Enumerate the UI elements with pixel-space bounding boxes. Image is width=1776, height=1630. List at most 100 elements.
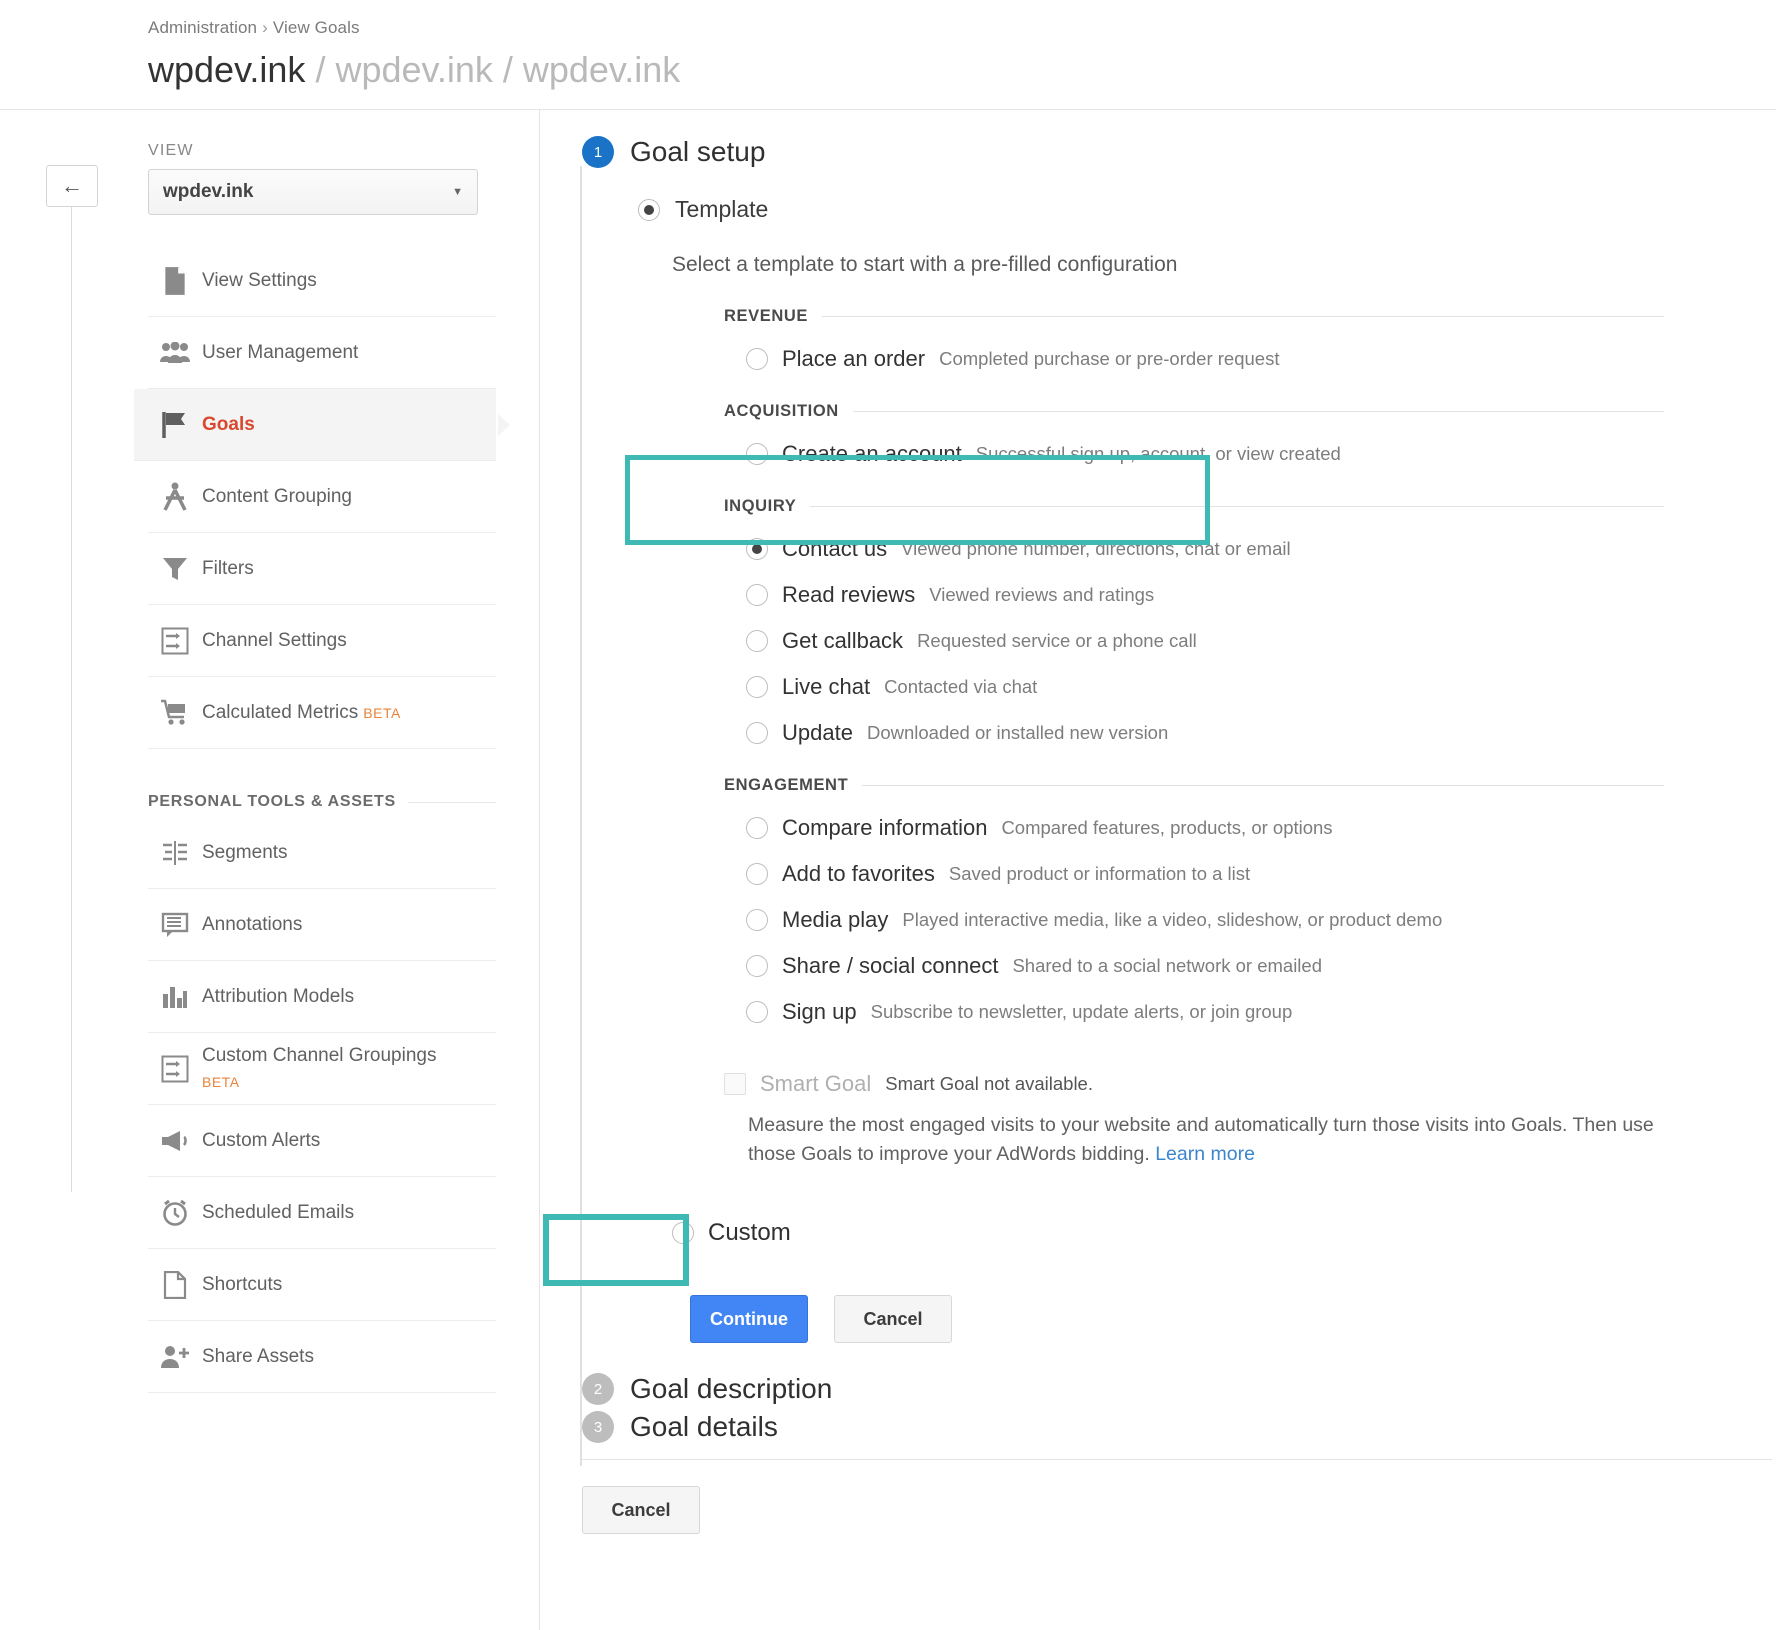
- option-radio[interactable]: [746, 722, 768, 744]
- sidebar-item-content-grouping[interactable]: Content Grouping: [148, 461, 496, 533]
- group-engagement: ENGAGEMENT Compare information Compared …: [724, 776, 1776, 1025]
- option-desc: Downloaded or installed new version: [866, 722, 1169, 743]
- step-2-title: Goal description: [630, 1373, 833, 1404]
- chevron-down-icon: ▼: [452, 186, 463, 198]
- sidebar-rail: [71, 207, 72, 1192]
- sidebar-item-channel-settings[interactable]: Channel Settings: [148, 605, 496, 677]
- step-3-title: Goal details: [630, 1411, 778, 1442]
- personal-tools-section-header: PERSONAL TOOLS & ASSETS: [148, 793, 496, 811]
- option-desc: Successful sign up, account, or view cre…: [975, 443, 1341, 464]
- option-radio[interactable]: [746, 584, 768, 606]
- option-radio[interactable]: [746, 443, 768, 465]
- bar-chart-icon: [148, 984, 202, 1010]
- sidebar-item-goals[interactable]: Goals: [134, 389, 510, 461]
- sidebar-item-attribution-models[interactable]: Attribution Models: [148, 961, 496, 1033]
- cart-icon: [148, 699, 202, 727]
- breadcrumb-separator: ›: [262, 18, 268, 37]
- step-1-title: Goal setup: [630, 136, 766, 167]
- breadcrumb-administration[interactable]: Administration: [148, 18, 257, 37]
- step-3-goal-details[interactable]: 3 Goal details: [558, 1411, 1776, 1443]
- collapse-sidebar-button[interactable]: ←: [46, 165, 98, 207]
- sidebar-item-user-management[interactable]: User Management: [148, 317, 496, 389]
- option-media-play[interactable]: Media play Played interactive media, lik…: [746, 907, 1776, 933]
- group-title: ACQUISITION: [724, 402, 839, 420]
- template-radio[interactable]: [638, 198, 660, 221]
- section-divider: [407, 801, 496, 803]
- template-radio-row[interactable]: Template: [638, 196, 1776, 223]
- option-contact-us[interactable]: Contact us Viewed phone number, directio…: [746, 536, 1776, 562]
- cancel-button-step1[interactable]: Cancel: [834, 1295, 952, 1343]
- sidebar-item-view-settings[interactable]: View Settings: [148, 245, 496, 317]
- sidebar-item-filters[interactable]: Filters: [148, 533, 496, 605]
- breadcrumb-view-goals[interactable]: View Goals: [273, 18, 360, 37]
- alarm-clock-icon: [148, 1199, 202, 1227]
- sidebar-item-label: Channel Settings: [202, 629, 347, 651]
- option-radio[interactable]: [746, 348, 768, 370]
- option-add-to-favorites[interactable]: Add to favorites Saved product or inform…: [746, 861, 1776, 887]
- beta-badge: BETA: [202, 1073, 240, 1090]
- sidebar-item-custom-channel-groupings[interactable]: Custom Channel Groupings BETA: [148, 1033, 496, 1105]
- group-header: INQUIRY: [724, 497, 1664, 516]
- page-body: ← VIEW wpdev.ink ▼ View Settings User Ma…: [0, 110, 1776, 1630]
- sidebar-item-label: Calculated Metrics BETA: [202, 701, 401, 723]
- annotation-icon: [148, 912, 202, 938]
- option-share-social-connect[interactable]: Share / social connect Shared to a socia…: [746, 953, 1776, 979]
- sidebar-item-segments[interactable]: Segments: [148, 817, 496, 889]
- sidebar-item-custom-alerts[interactable]: Custom Alerts: [148, 1105, 496, 1177]
- channel-icon: [148, 627, 202, 655]
- option-name: Place an order: [782, 346, 926, 371]
- sidebar-item-share-assets[interactable]: Share Assets: [148, 1321, 496, 1393]
- group-divider: [821, 316, 1664, 317]
- option-desc: Compared features, products, or options: [1001, 817, 1333, 838]
- group-header: REVENUE: [724, 307, 1664, 326]
- group-revenue: REVENUE Place an order Completed purchas…: [724, 307, 1776, 372]
- option-create-an-account[interactable]: Create an account Successful sign up, ac…: [746, 441, 1776, 467]
- option-read-reviews[interactable]: Read reviews Viewed reviews and ratings: [746, 582, 1776, 608]
- page-header: Administration › View Goals wpdev.ink / wp…: [0, 0, 1776, 110]
- option-name: Live chat: [782, 674, 871, 699]
- option-desc: Saved product or information to a list: [948, 863, 1251, 884]
- bottom-actions: Cancel: [582, 1486, 1776, 1534]
- sidebar-item-label: User Management: [202, 341, 359, 363]
- template-help-text: Select a template to start with a pre-fi…: [672, 253, 1178, 276]
- group-divider: [810, 506, 1664, 507]
- smart-goal-name: Smart Goal: [760, 1071, 872, 1096]
- document-icon: [148, 1270, 202, 1299]
- learn-more-link[interactable]: Learn more: [1155, 1143, 1255, 1165]
- option-live-chat[interactable]: Live chat Contacted via chat: [746, 674, 1776, 700]
- option-get-callback[interactable]: Get callback Requested service or a phon…: [746, 628, 1776, 654]
- sidebar-item-annotations[interactable]: Annotations: [148, 889, 496, 961]
- option-desc: Subscribe to newsletter, update alerts, …: [870, 1001, 1293, 1022]
- view-select[interactable]: wpdev.ink ▼: [148, 169, 478, 215]
- breadcrumb: Administration › View Goals: [148, 18, 1776, 38]
- option-compare-information[interactable]: Compare information Compared features, p…: [746, 815, 1776, 841]
- continue-button[interactable]: Continue: [690, 1295, 808, 1343]
- smart-goal-radio: [724, 1073, 746, 1095]
- group-title: REVENUE: [724, 307, 808, 325]
- option-radio[interactable]: [746, 955, 768, 977]
- page-title-account: wpdev.ink: [148, 49, 306, 90]
- option-place-an-order[interactable]: Place an order Completed purchase or pre…: [746, 346, 1776, 372]
- option-radio[interactable]: [746, 1001, 768, 1023]
- cancel-button-bottom[interactable]: Cancel: [582, 1486, 700, 1534]
- sidebar-item-ecommerce-settings[interactable]: Calculated Metrics BETA: [148, 677, 496, 749]
- option-sign-up[interactable]: Sign up Subscribe to newsletter, update …: [746, 999, 1776, 1025]
- sidebar-item-label: Share Assets: [202, 1345, 314, 1367]
- custom-radio-row[interactable]: Custom: [672, 1219, 1776, 1247]
- step-2-badge: 2: [582, 1373, 614, 1405]
- sidebar-item-scheduled-emails[interactable]: Scheduled Emails: [148, 1177, 496, 1249]
- option-radio[interactable]: [746, 863, 768, 885]
- option-name: Contact us: [782, 536, 888, 561]
- sidebar-item-shortcuts[interactable]: Shortcuts: [148, 1249, 496, 1321]
- option-radio[interactable]: [746, 909, 768, 931]
- option-radio[interactable]: [746, 676, 768, 698]
- option-update[interactable]: Update Downloaded or installed new versi…: [746, 720, 1776, 746]
- step-2-goal-description[interactable]: 2 Goal description: [558, 1373, 1776, 1405]
- smart-goal-desc: Smart Goal not available.: [885, 1073, 1093, 1094]
- custom-radio[interactable]: [672, 1222, 694, 1244]
- option-radio[interactable]: [746, 538, 768, 560]
- option-radio[interactable]: [746, 817, 768, 839]
- option-radio[interactable]: [746, 630, 768, 652]
- view-select-value: wpdev.ink: [163, 181, 254, 202]
- sidebar-item-label: Filters: [202, 557, 254, 579]
